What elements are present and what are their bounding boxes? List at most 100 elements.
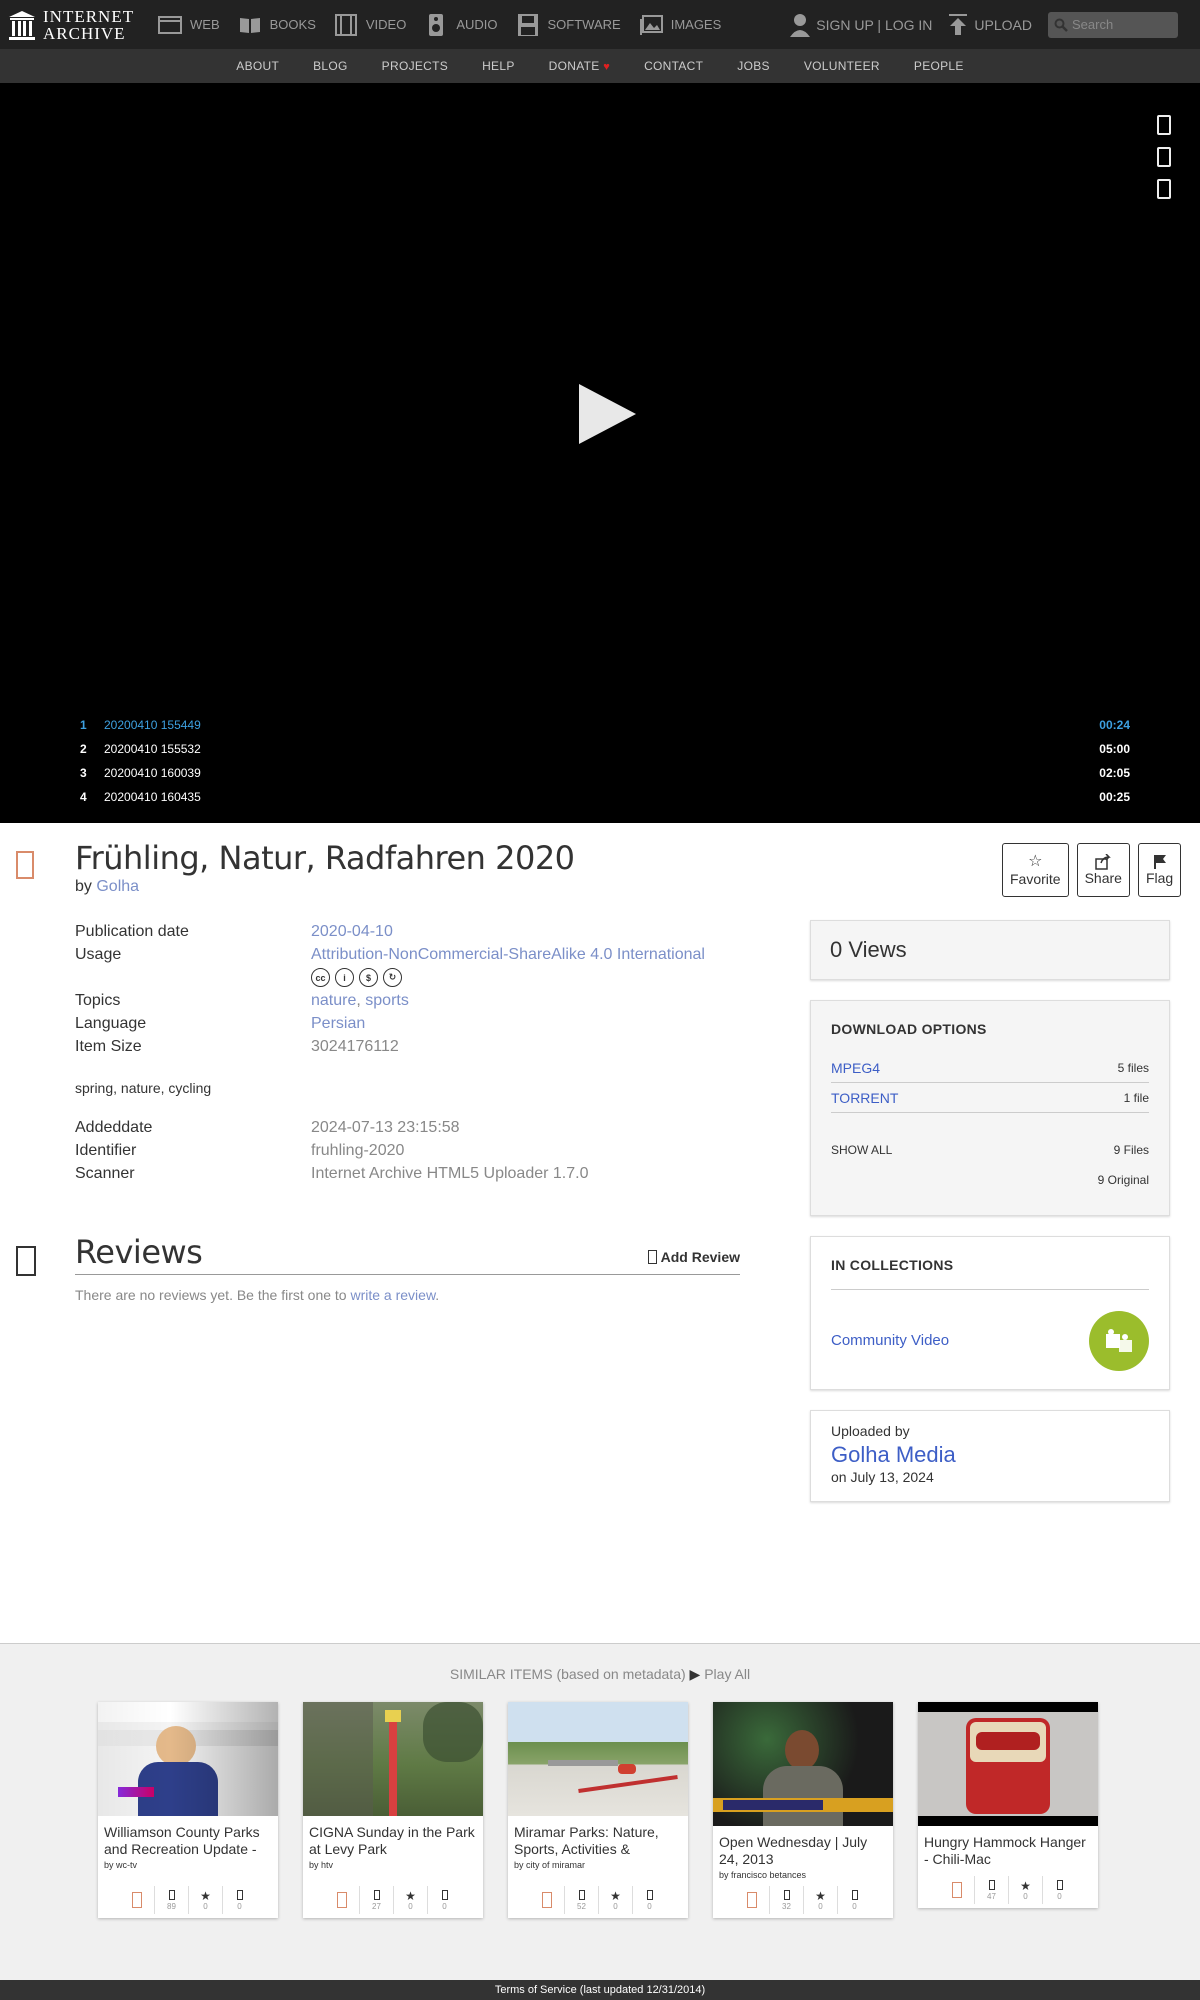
movies-icon (337, 1892, 347, 1908)
subnav-projects[interactable]: PROJECTS (382, 59, 448, 73)
similar-stats: 47 ★ 0 0 (918, 1876, 1098, 1904)
license-link[interactable]: Attribution-NonCommercial-ShareAlike 4.0… (311, 946, 705, 963)
subnav-about[interactable]: ABOUT (236, 59, 279, 73)
meta-size: Item Size 3024176112 (75, 1038, 399, 1055)
similar-thumbnail[interactable] (508, 1702, 688, 1816)
download-row: TORRENT 1 file (831, 1083, 1149, 1113)
write-review-link[interactable]: write a review (350, 1287, 435, 1303)
upload-icon (949, 13, 968, 35)
show-all-link[interactable]: SHOW ALL (831, 1143, 892, 1157)
reviews-count-icon (441, 1889, 448, 1900)
similar-item-card[interactable]: Open Wednesday | July 24, 2013 by franci… (713, 1702, 893, 1918)
similar-thumbnail[interactable] (713, 1702, 893, 1826)
pubdate-link[interactable]: 2020-04-10 (311, 923, 393, 940)
similar-title[interactable]: CIGNA Sunday in the Park at Levy Park (303, 1824, 483, 1858)
audio-icon (429, 13, 444, 36)
play-icon[interactable] (577, 383, 637, 445)
views-icon (988, 1879, 995, 1890)
community-video-icon[interactable] (1089, 1311, 1149, 1371)
subnav-people[interactable]: PEOPLE (914, 59, 964, 73)
playlist-item[interactable]: 1 20200410 155449 00:24 (80, 713, 1130, 737)
nav-books[interactable]: BOOKS (238, 0, 316, 49)
keywords: spring, nature, cycling (75, 1080, 212, 1096)
topic-link[interactable]: nature (311, 992, 356, 1009)
flag-button[interactable]: Flag (1137, 843, 1182, 897)
similar-title[interactable]: Open Wednesday | July 24, 2013 (713, 1834, 893, 1868)
license-icons[interactable]: cc i $ ↻ (311, 968, 755, 987)
byline: by Golha (75, 878, 140, 895)
collection-link[interactable]: Community Video (831, 1332, 949, 1349)
player-side-icon-1[interactable] (1157, 115, 1171, 135)
share-icon (1095, 854, 1112, 870)
subnav-jobs[interactable]: JOBS (737, 59, 770, 73)
play-all-button[interactable]: ▶ Play All (690, 1666, 751, 1682)
playlist-item[interactable]: 4 20200410 160435 00:25 (80, 785, 1130, 809)
nav-video[interactable]: VIDEO (334, 0, 406, 49)
nav-software[interactable]: SOFTWARE (516, 0, 621, 49)
meta-usage: Usage Attribution-NonCommercial-ShareAli… (75, 946, 705, 963)
subnav-volunteer[interactable]: VOLUNTEER (804, 59, 880, 73)
favorites-icon: ★ (405, 1888, 416, 1903)
meta-scanner: Scanner Internet Archive HTML5 Uploader … (75, 1165, 589, 1182)
topic-link[interactable]: sports (365, 992, 409, 1009)
heart-icon: ♥ (603, 61, 611, 73)
similar-title[interactable]: Williamson County Parks and Recreation U… (98, 1824, 278, 1858)
playlist-item[interactable]: 2 20200410 155532 05:00 (80, 737, 1130, 761)
video-player[interactable]: 1 20200410 155449 00:24 2 20200410 15553… (0, 83, 1200, 823)
download-torrent-link[interactable]: TORRENT (831, 1090, 898, 1106)
similar-items: SIMILAR ITEMS (based on metadata) ▶ Play… (0, 1643, 1200, 1980)
uploader-link[interactable]: Golha Media (831, 1442, 1149, 1468)
similar-thumbnail[interactable] (918, 1702, 1098, 1826)
video-icon (334, 13, 357, 36)
creator-link[interactable]: Golha (96, 878, 139, 895)
favorites-icon: ★ (200, 1888, 211, 1903)
reviews-header: Reviews Add Review (75, 1233, 740, 1275)
similar-item-card[interactable]: CIGNA Sunday in the Park at Levy Park by… (303, 1702, 483, 1918)
internet-archive-logo[interactable]: INTERNET ARCHIVE (8, 8, 158, 42)
share-button[interactable]: Share (1076, 843, 1130, 897)
player-side-icon-2[interactable] (1157, 147, 1171, 167)
similar-item-card[interactable]: Williamson County Parks and Recreation U… (98, 1702, 278, 1918)
subnav-help[interactable]: HELP (482, 59, 515, 73)
playlist-item[interactable]: 3 20200410 160039 02:05 (80, 761, 1130, 785)
nav-web[interactable]: WEB (158, 0, 220, 49)
language-link[interactable]: Persian (311, 1015, 365, 1032)
movies-icon (132, 1892, 142, 1908)
upload-link[interactable]: UPLOAD (948, 13, 1032, 36)
similar-thumbnail[interactable] (303, 1702, 483, 1816)
player-side-icon-3[interactable] (1157, 179, 1171, 199)
views-icon (578, 1889, 585, 1900)
user-icon (790, 13, 811, 37)
signup-login-link[interactable]: SIGN UP | LOG IN (790, 13, 932, 37)
similar-creator: by htv (309, 1860, 334, 1870)
subnav-contact[interactable]: CONTACT (644, 59, 703, 73)
upload-label: UPLOAD (974, 16, 1032, 33)
uploader-box: Uploaded by Golha Media on July 13, 2024 (810, 1410, 1170, 1502)
similar-thumbnail[interactable] (98, 1702, 278, 1816)
meta-identifier: Identifier fruhling-2020 (75, 1142, 405, 1159)
attribution-icon: i (335, 968, 354, 987)
download-mpeg4-link[interactable]: MPEG4 (831, 1060, 880, 1076)
play-all-icon: ▶ (689, 1666, 701, 1682)
subnav-donate[interactable]: DONATE ♥ (549, 59, 610, 73)
reviews-icon (16, 1246, 36, 1276)
similar-item-card[interactable]: Hungry Hammock Hanger - Chili-Mac 47 ★ 0 … (918, 1702, 1098, 1908)
similar-title[interactable]: Miramar Parks: Nature, Sports, Activitie… (508, 1824, 688, 1858)
similar-creator: by city of miramar (514, 1860, 586, 1870)
nav-audio[interactable]: AUDIO (424, 0, 498, 49)
terms-of-service-link[interactable]: Terms of Service (last updated 12/31/201… (495, 1984, 705, 1996)
collections-title: IN COLLECTIONS (831, 1257, 954, 1273)
reviews-count-icon (1056, 1879, 1063, 1890)
nav-images[interactable]: IMAGES (639, 0, 721, 49)
reviews-count-icon (236, 1889, 243, 1900)
add-review-button[interactable]: Add Review (647, 1249, 740, 1265)
original-count: 9 Original (1097, 1173, 1149, 1187)
collections-box: IN COLLECTIONS Community Video (810, 1236, 1170, 1390)
search-input[interactable] (1072, 17, 1172, 32)
subnav-blog[interactable]: BLOG (313, 59, 348, 73)
similar-item-card[interactable]: Miramar Parks: Nature, Sports, Activitie… (508, 1702, 688, 1918)
star-icon: ☆ (1028, 853, 1043, 870)
favorite-button[interactable]: ☆ Favorite (1002, 843, 1069, 897)
similar-title[interactable]: Hungry Hammock Hanger - Chili-Mac (918, 1834, 1098, 1868)
search-box[interactable] (1048, 11, 1178, 38)
